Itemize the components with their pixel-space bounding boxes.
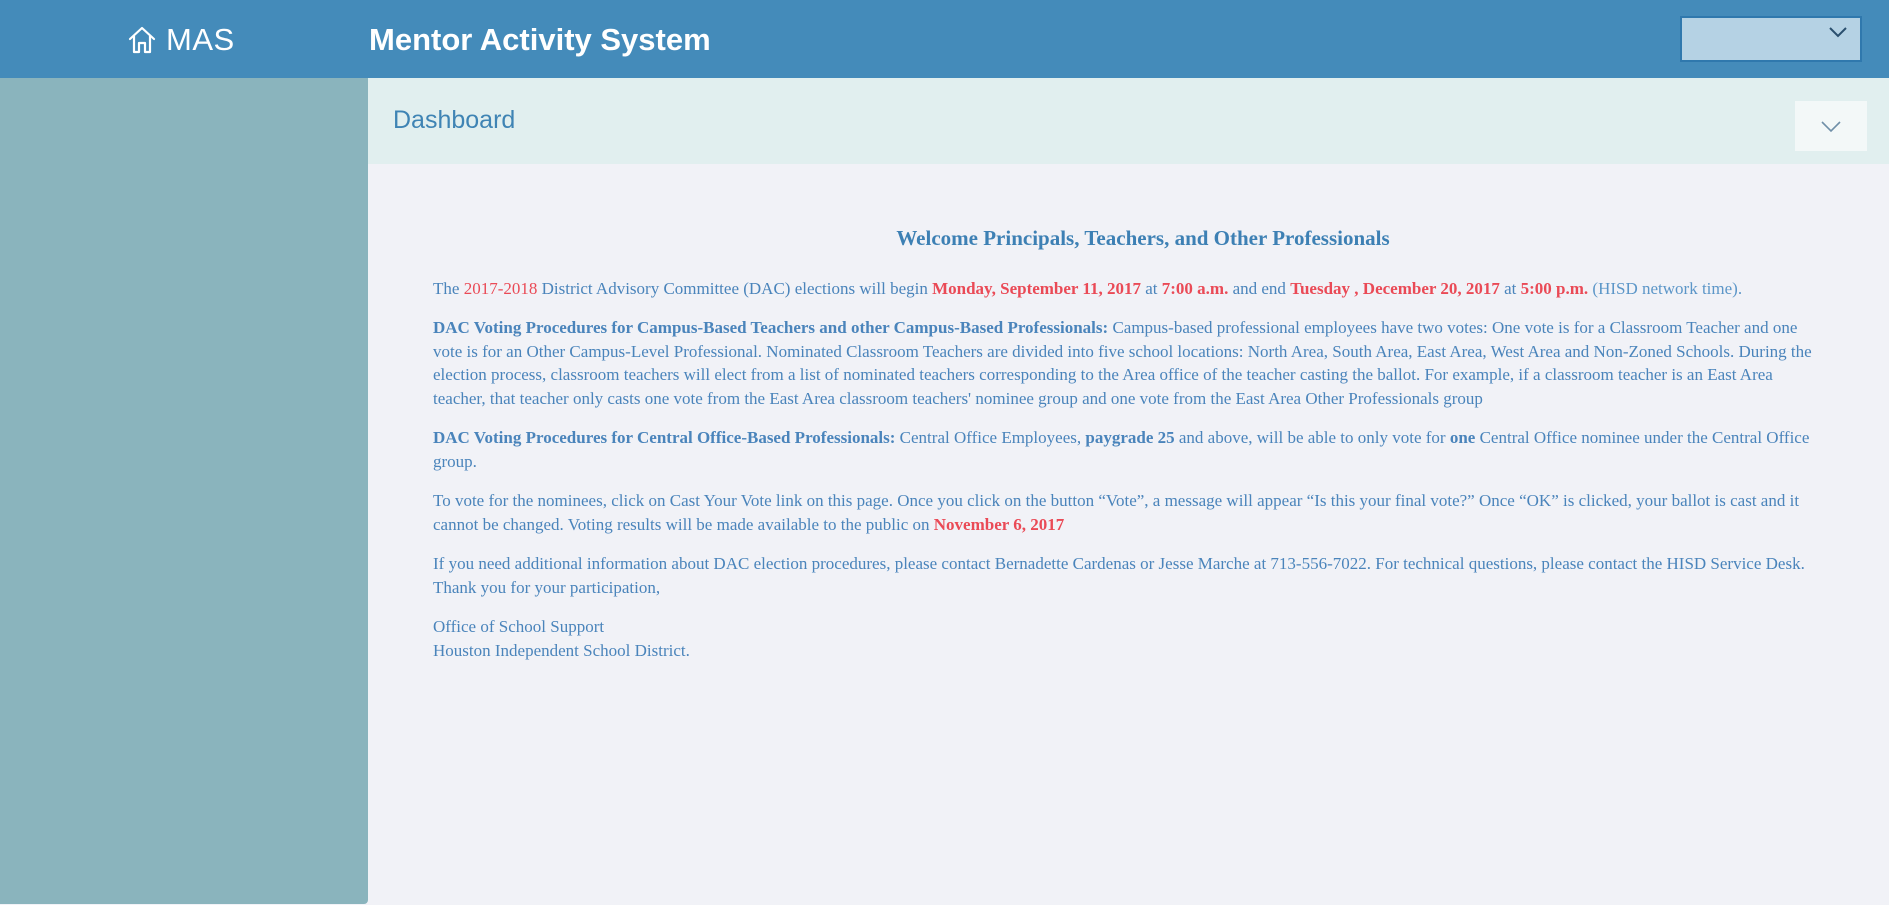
app-title: Mentor Activity System: [369, 22, 711, 57]
home-icon: [128, 26, 156, 54]
page-title: Dashboard: [393, 106, 516, 134]
campus-procedures-paragraph: DAC Voting Procedures for Campus-Based T…: [433, 318, 1812, 408]
dashboard-collapse-button[interactable]: [1795, 101, 1867, 151]
results-date: November 6, 2017: [933, 514, 1065, 534]
main-content: Dashboard Welcome Principals, Teachers, …: [368, 78, 1889, 905]
user-menu-dropdown[interactable]: [1680, 16, 1862, 62]
end-time: 5:00 p.m.: [1520, 278, 1589, 298]
home-link[interactable]: MAS: [126, 20, 235, 60]
contact-paragraph: If you need additional information about…: [433, 554, 1805, 597]
central-office-procedures-paragraph: DAC Voting Procedures for Central Office…: [433, 428, 1810, 471]
start-date: Monday, September 11, 2017: [932, 278, 1141, 298]
announcement: Welcome Principals, Teachers, and Other …: [433, 223, 1823, 678]
central-office-procedures-heading: DAC Voting Procedures for Central Office…: [433, 428, 896, 447]
start-time: 7:00 a.m.: [1161, 278, 1229, 298]
welcome-heading: Welcome Principals, Teachers, and Other …: [896, 226, 1390, 250]
dashboard-header: Dashboard: [368, 78, 1889, 164]
campus-procedures-heading: DAC Voting Procedures for Campus-Based T…: [433, 318, 1109, 337]
chevron-down-icon: [1829, 27, 1847, 38]
chevron-down-icon: [1821, 121, 1841, 133]
signature: Office of School Support Houston Independ…: [433, 617, 690, 660]
election-dates-paragraph: The 2017-2018 District Advisory Committe…: [433, 278, 1743, 298]
top-bar: MAS Mentor Activity System: [0, 0, 1889, 78]
election-year: 2017-2018: [463, 278, 538, 298]
brand-label: MAS: [166, 22, 235, 57]
end-date: Tuesday , December 20, 2017: [1290, 278, 1500, 298]
sidebar: [0, 78, 368, 904]
voting-instructions-paragraph: To vote for the nominees, click on Cast …: [433, 491, 1800, 534]
